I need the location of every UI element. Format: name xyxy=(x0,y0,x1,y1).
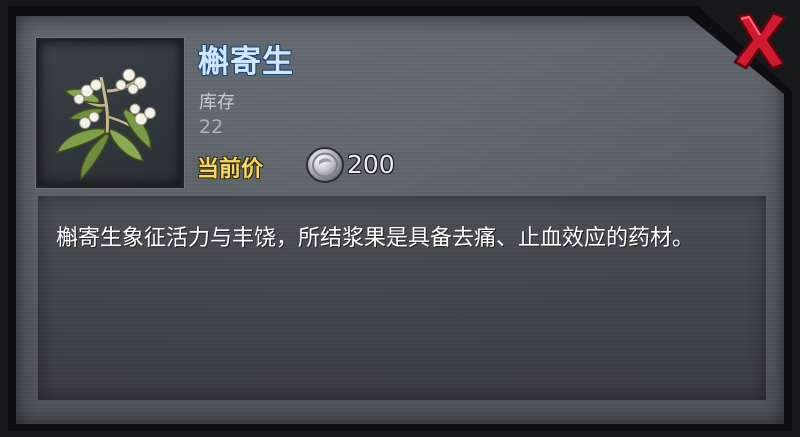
item-detail-popup: 槲寄生 库存 22 当前价 200 槲寄生象征活力与丰饶，所结浆果是具备去痛、止… xyxy=(0,0,800,437)
close-button[interactable] xyxy=(730,10,790,72)
stock-value: 22 xyxy=(199,116,224,138)
price-label: 当前价 xyxy=(197,157,264,182)
item-name: 槲寄生 xyxy=(198,44,294,80)
item-description: 槲寄生象征活力与丰饶，所结浆果是具备去痛、止血效应的药材。 xyxy=(56,226,695,251)
close-x-icon xyxy=(733,11,787,70)
price-value: 200 xyxy=(347,150,395,179)
stock-label: 库存 xyxy=(199,92,235,113)
mistletoe-icon xyxy=(55,68,156,181)
silver-coin-icon xyxy=(306,147,344,183)
item-icon-slot xyxy=(36,38,184,188)
